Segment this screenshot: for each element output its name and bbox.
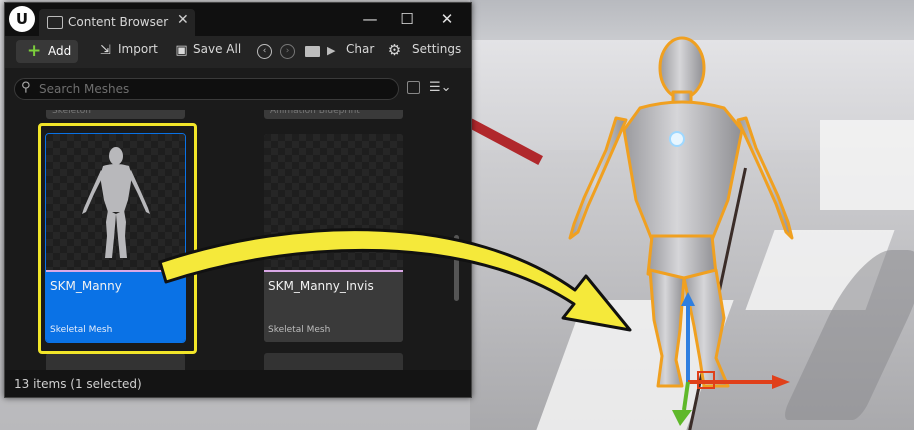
drag-arrow-icon (158, 228, 632, 332)
